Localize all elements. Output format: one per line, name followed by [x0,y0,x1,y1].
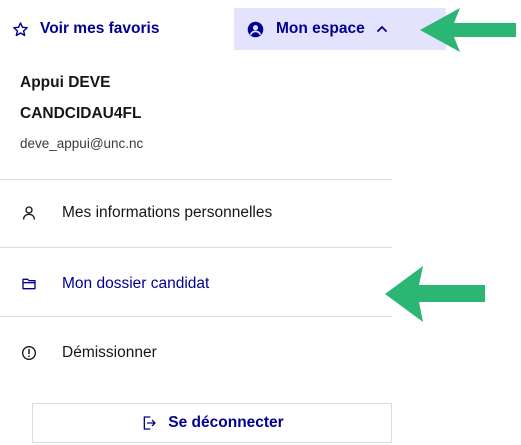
annotation-arrow-icon [385,266,485,322]
logout-label: Se déconnecter [168,414,284,431]
divider [0,247,392,248]
user-email: deve_appui@unc.nc [20,136,144,151]
star-icon [10,19,30,39]
favorites-button[interactable]: Voir mes favoris [10,8,159,50]
espace-dropdown-panel: Appui DEVE CANDCIDAU4FL deve_appui@unc.n… [0,58,392,174]
menu-item-demissionner[interactable]: Démissionner [20,340,157,366]
menu-item-informations-personnelles[interactable]: Mes informations personnelles [20,200,272,226]
menu-item-dossier-candidat[interactable]: Mon dossier candidat [20,271,209,297]
chevron-up-icon [375,22,389,36]
logout-button[interactable]: Se déconnecter [32,403,392,443]
page: Voir mes favoris Mon espace Appui DEVE C… [0,0,521,445]
folder-icon [20,275,38,293]
menu-item-label: Démissionner [62,344,157,361]
divider [0,316,392,317]
menu-item-label: Mes informations personnelles [62,204,273,221]
logout-icon [140,414,158,432]
annotation-arrow-icon [420,8,516,52]
user-icon [20,204,38,222]
user-code: CANDCIDAU4FL [20,105,142,122]
user-name: Appui DEVE [20,74,111,91]
mon-espace-button[interactable]: Mon espace [234,8,446,50]
menu-item-label: Mon dossier candidat [62,275,210,292]
divider [0,179,392,180]
favorites-label: Voir mes favoris [40,20,160,37]
user-info: Appui DEVE CANDCIDAU4FL deve_appui@unc.n… [0,58,392,174]
warning-circle-icon [20,344,38,362]
mon-espace-label: Mon espace [276,20,365,37]
account-circle-icon [246,20,264,38]
